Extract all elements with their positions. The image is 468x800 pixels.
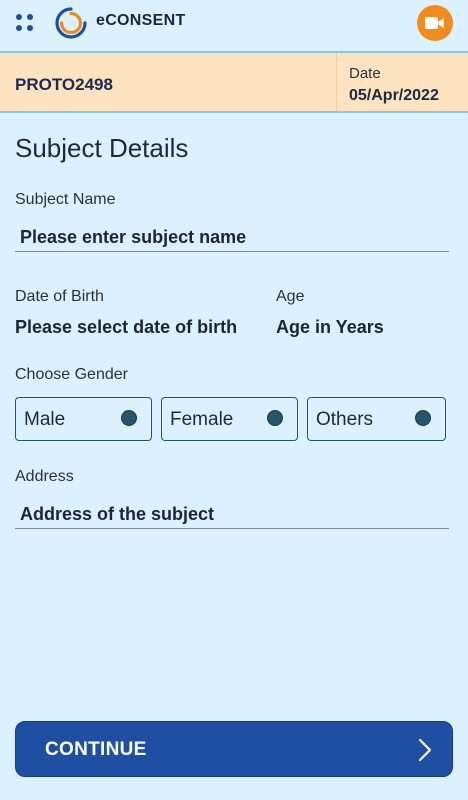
address-underline	[15, 528, 449, 529]
radio-button[interactable]	[415, 410, 431, 426]
age-field: Age in Years	[276, 317, 384, 337]
dob-label: Date of Birth	[15, 288, 104, 305]
gender-option-label: Male	[24, 409, 66, 430]
gender-option-label: Others	[316, 409, 374, 430]
chevron-right-icon	[418, 738, 432, 762]
header-divider	[336, 53, 337, 111]
address-label: Address	[15, 468, 74, 485]
date-label: Date	[349, 65, 381, 82]
video-call-button[interactable]	[417, 5, 453, 41]
radio-button[interactable]	[267, 410, 283, 426]
section-title: Subject Details	[15, 133, 189, 163]
econsent-logo	[55, 7, 87, 39]
gender-label: Choose Gender	[15, 366, 128, 383]
gender-option-others[interactable]: Others	[307, 397, 446, 441]
app-title: eCONSENT	[96, 12, 186, 29]
age-label: Age	[276, 288, 305, 305]
subject-name-input[interactable]: Please enter subject name	[20, 227, 246, 248]
app-bar: eCONSENT	[0, 0, 468, 46]
address-input[interactable]: Address of the subject	[20, 504, 214, 525]
protocol-id: PROTO2498	[15, 75, 113, 94]
continue-button[interactable]: CONTINUE	[15, 721, 453, 777]
gender-option-female[interactable]: Female	[161, 397, 298, 441]
gender-option-label: Female	[170, 409, 234, 430]
video-camera-icon	[425, 17, 444, 29]
radio-button[interactable]	[121, 410, 137, 426]
dob-picker[interactable]: Please select date of birth	[15, 317, 237, 338]
gender-option-male[interactable]: Male	[15, 397, 152, 441]
protocol-header: PROTO2498 Date 05/Apr/2022	[0, 51, 468, 113]
continue-label: CONTINUE	[45, 739, 147, 760]
subject-name-underline	[15, 251, 449, 252]
grid-icon[interactable]	[16, 14, 34, 32]
date-value: 05/Apr/2022	[349, 87, 439, 104]
subject-name-label: Subject Name	[15, 191, 116, 208]
